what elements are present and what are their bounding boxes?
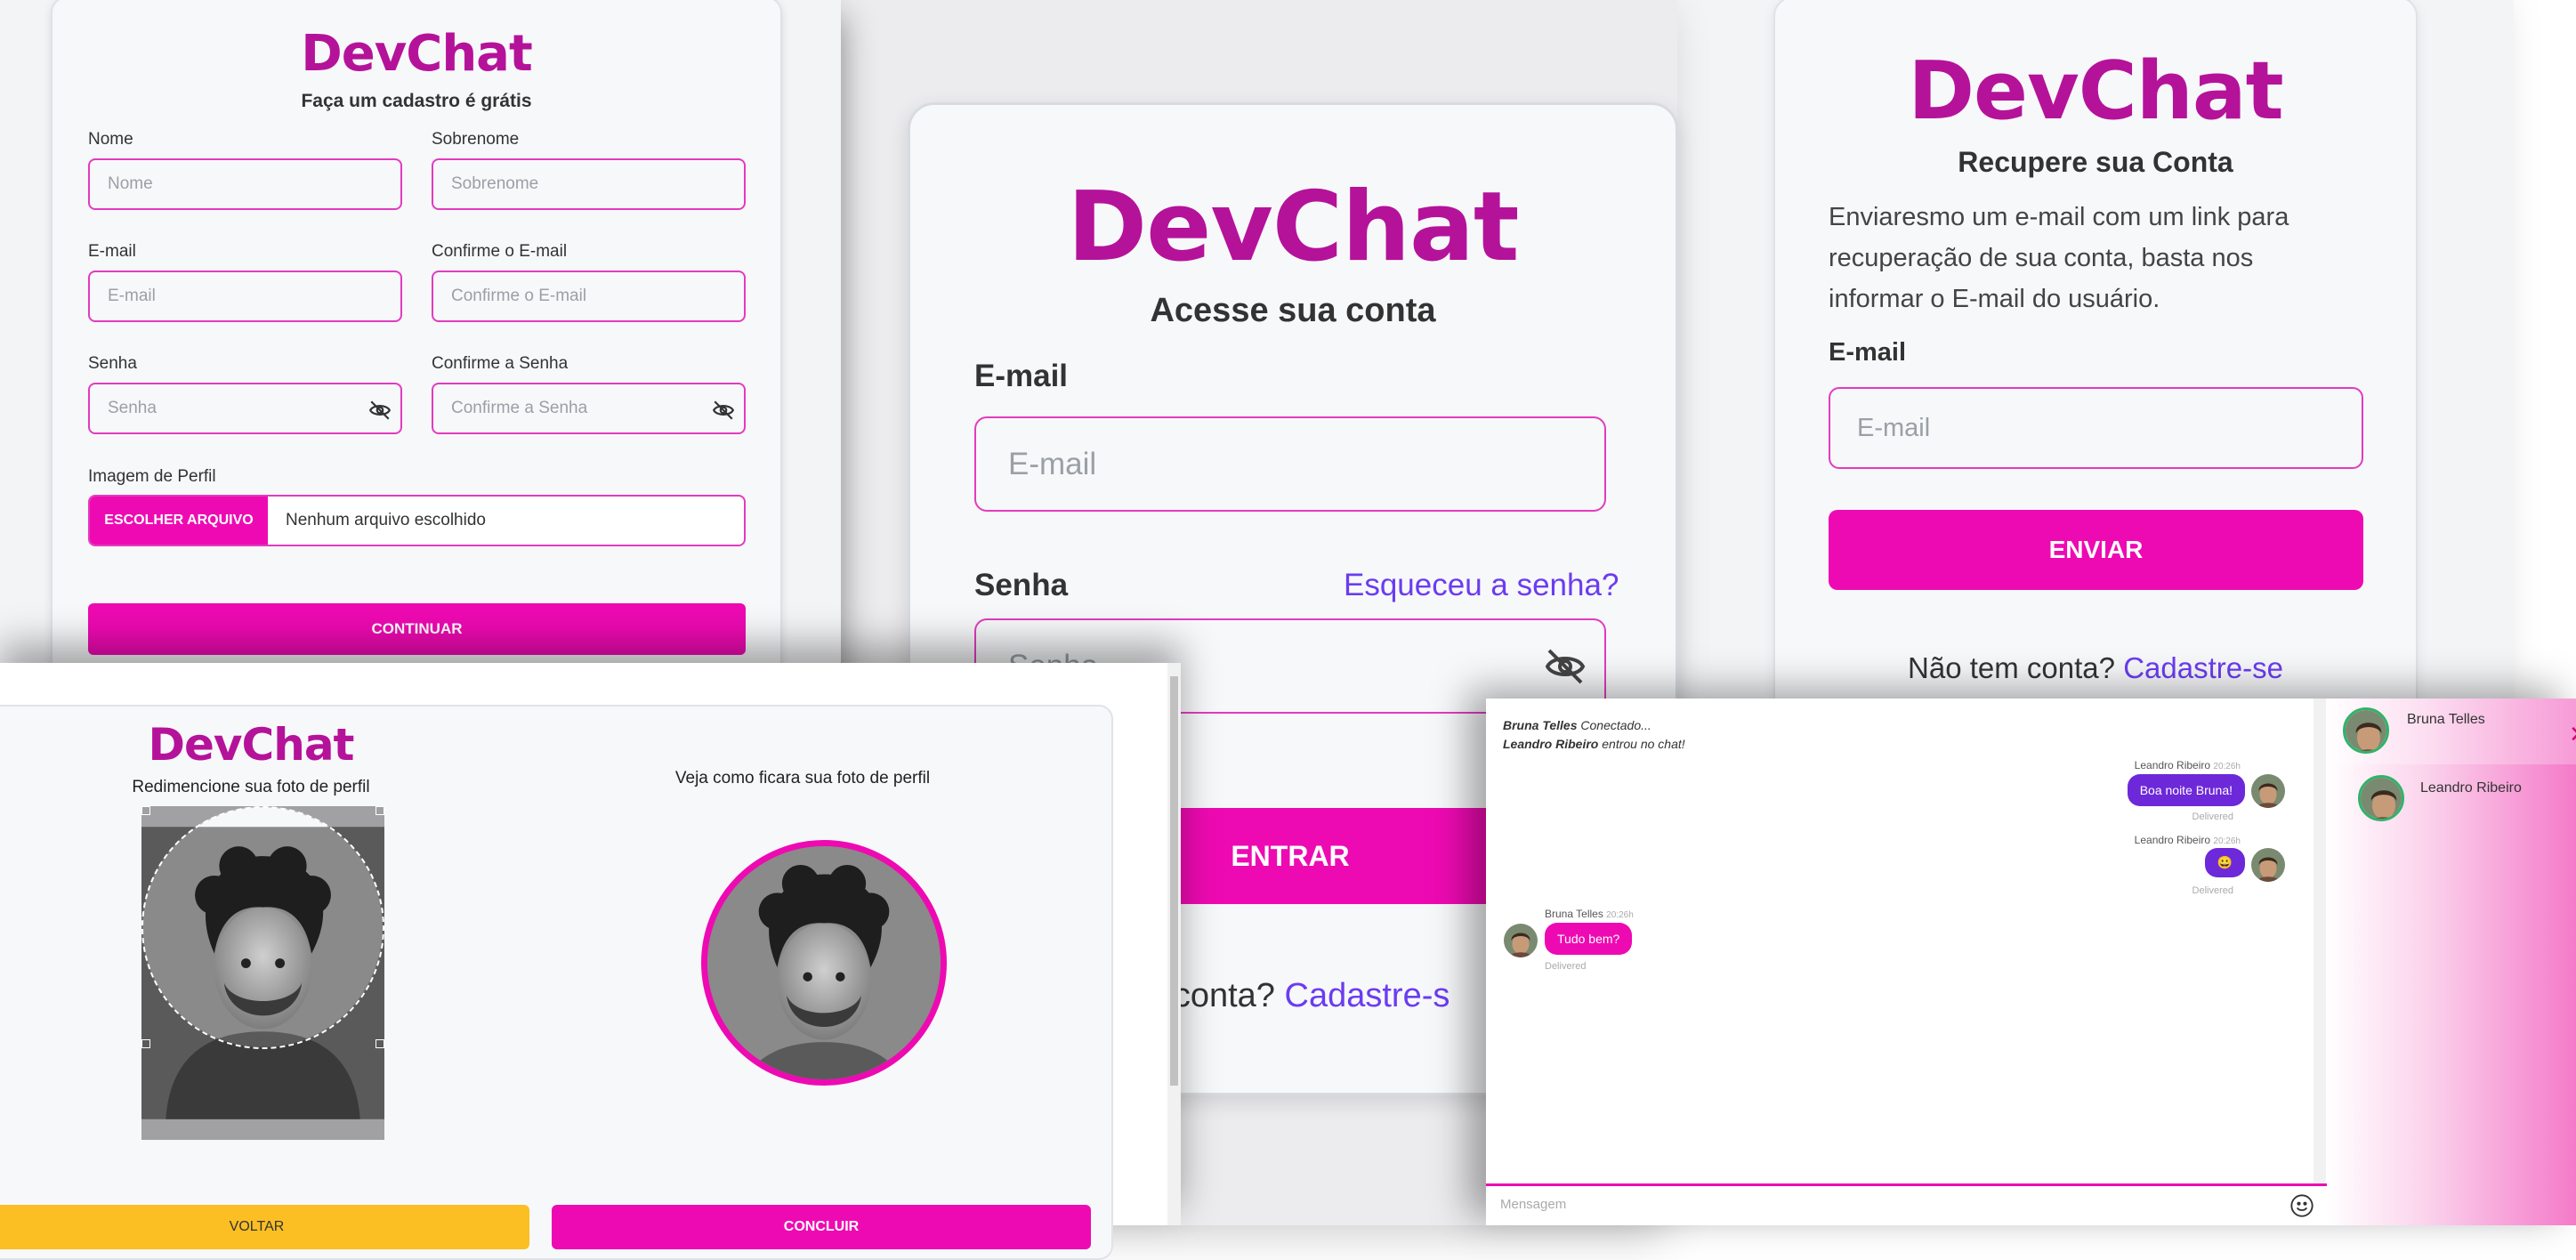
recover-email-placeholder: E-mail: [1857, 413, 1931, 442]
login-password-label: Senha: [974, 568, 1069, 602]
user-item-active[interactable]: Bruna Telles ✕: [2327, 699, 2576, 764]
recover-submit-button[interactable]: ENVIAR: [1829, 510, 2363, 590]
recover-desc-line1: Enviaresmo um e-mail com um link para: [1829, 203, 2289, 231]
confirm-email-label: Confirme o E-mail: [432, 242, 568, 261]
crop-panel: DevChat Redimencione sua foto de perfil …: [0, 663, 1181, 1260]
eye-slash-icon[interactable]: [368, 399, 392, 422]
avatar: [2251, 848, 2285, 882]
message-meta: Leandro Ribeiro 20:26h: [2134, 834, 2241, 846]
login-subtitle: Acesse sua conta: [1150, 292, 1436, 329]
register-subtitle: Faça um cadastro é grátis: [301, 91, 532, 111]
chat-panel: Bruna Telles Conectado... Leandro Ribeir…: [1486, 699, 2576, 1225]
users-sidebar: Bruna Telles ✕ Leandro Ribeiro: [2327, 699, 2576, 1225]
first-name-placeholder: Nome: [108, 174, 153, 193]
file-status: Nenhum arquivo escolhido: [286, 511, 486, 529]
user-name: Leandro Ribeiro: [2420, 780, 2522, 796]
continue-button[interactable]: CONTINUAR: [88, 603, 746, 655]
login-email-placeholder: E-mail: [1008, 446, 1097, 481]
crop-handle[interactable]: [141, 1039, 150, 1048]
message-status: Delivered: [1545, 961, 1587, 972]
avatar: [1504, 924, 1538, 957]
last-name-placeholder: Sobrenome: [451, 174, 539, 193]
brand-logo: DevChat: [301, 25, 533, 83]
chat-messages: Bruna Telles Conectado... Leandro Ribeir…: [1486, 699, 2321, 1183]
crop-area[interactable]: [141, 806, 384, 1140]
user-name: Bruna Telles: [2407, 712, 2485, 727]
avatar: [2343, 707, 2389, 754]
system-message: Bruna Telles Conectado...: [1503, 718, 1651, 732]
register-card: DevChat Faça um cadastro é grátis Nome N…: [51, 0, 782, 697]
confirm-email-placeholder: Confirme o E-mail: [451, 287, 587, 305]
email-label: E-mail: [88, 242, 136, 261]
back-button[interactable]: VOLTAR: [0, 1205, 529, 1249]
avatar: [2358, 775, 2404, 821]
last-name-label: Sobrenome: [432, 130, 520, 149]
crop-handle[interactable]: [375, 806, 384, 815]
eye-slash-icon[interactable]: [1544, 645, 1587, 688]
email-input[interactable]: E-mail: [88, 271, 402, 322]
first-name-label: Nome: [88, 130, 133, 149]
message-bubble: 😀: [2204, 848, 2245, 877]
crop-handle[interactable]: [141, 806, 150, 815]
message-meta: Bruna Telles 20:26h: [1545, 908, 1634, 920]
forgot-password-link[interactable]: Esqueceu a senha?: [1344, 568, 1619, 603]
recover-desc-line3: informar o E-mail do usuário.: [1829, 285, 2160, 313]
file-input[interactable]: ESCOLHER ARQUIVO Nenhum arquivo escolhid…: [88, 495, 746, 546]
recover-card: DevChat Recupere sua Conta Enviaresmo um…: [1773, 0, 2418, 756]
register-panel: DevChat Faça um cadastro é grátis Nome N…: [0, 0, 841, 697]
crop-card: DevChat Redimencione sua foto de perfil …: [0, 705, 1113, 1260]
system-message: Leandro Ribeiro entrou no chat!: [1503, 737, 1685, 751]
close-icon[interactable]: ✕: [2569, 723, 2576, 746]
crop-left-title: Redimencione sua foto de perfil: [132, 778, 370, 796]
finish-button[interactable]: CONCLUIR: [552, 1205, 1091, 1249]
avatar-preview: [701, 840, 947, 1086]
login-email-input[interactable]: E-mail: [974, 416, 1606, 512]
confirm-password-placeholder: Confirme a Senha: [451, 399, 588, 417]
message-placeholder: Mensagem: [1500, 1197, 1567, 1212]
recover-desc-line2: recuperação de sua conta, basta nos: [1829, 244, 2254, 272]
message-bubble: Tudo bem?: [1545, 923, 1633, 955]
avatar: [2251, 774, 2285, 808]
crop-circle[interactable]: [141, 806, 384, 1049]
recover-panel: DevChat Recupere sua Conta Enviaresmo um…: [1673, 0, 2514, 756]
scrollbar[interactable]: [2314, 699, 2326, 1183]
first-name-input[interactable]: Nome: [88, 158, 402, 210]
scrollbar-thumb[interactable]: [1170, 676, 1178, 1086]
recover-subtitle: Recupere sua Conta: [1958, 146, 2233, 178]
message-status: Delivered: [2192, 812, 2233, 822]
brand-logo: DevChat: [1908, 44, 2283, 138]
password-label: Senha: [88, 354, 137, 373]
password-input[interactable]: Senha: [88, 383, 402, 434]
message-meta: Leandro Ribeiro 20:26h: [2134, 759, 2241, 771]
email-placeholder: E-mail: [108, 287, 156, 305]
password-placeholder: Senha: [108, 399, 157, 417]
last-name-input[interactable]: Sobrenome: [432, 158, 746, 210]
eye-slash-icon[interactable]: [712, 399, 735, 422]
confirm-email-input[interactable]: Confirme o E-mail: [432, 271, 746, 322]
choose-file-button[interactable]: ESCOLHER ARQUIVO: [90, 497, 268, 545]
scrollbar[interactable]: [1167, 663, 1181, 1225]
brand-logo: DevChat: [148, 719, 355, 771]
profile-image-label: Imagem de Perfil: [88, 467, 216, 486]
crop-right-title: Veja como ficara sua foto de perfil: [674, 769, 931, 788]
login-email-label: E-mail: [974, 359, 1069, 393]
smiley-icon[interactable]: [2289, 1193, 2314, 1218]
confirm-password-input[interactable]: Confirme a Senha: [432, 383, 746, 434]
recover-email-label: E-mail: [1829, 338, 1907, 367]
login-signup-link[interactable]: Cadastre-s: [1285, 977, 1450, 1014]
brand-logo: DevChat: [1067, 172, 1520, 283]
recover-signup-link[interactable]: Cadastre-se: [2123, 651, 2283, 684]
message-input[interactable]: Mensagem: [1486, 1183, 2327, 1225]
crop-handle[interactable]: [375, 1039, 384, 1048]
user-item[interactable]: Leandro Ribeiro: [2327, 770, 2576, 832]
confirm-password-label: Confirme a Senha: [432, 354, 569, 373]
message-status: Delivered: [2192, 885, 2233, 896]
recover-email-input[interactable]: E-mail: [1829, 387, 2363, 469]
message-bubble: Boa noite Bruna!: [2127, 774, 2245, 806]
recover-signup-row: Não tem conta? Cadastre-se: [1775, 651, 2416, 685]
recover-no-account: Não tem conta?: [1908, 651, 2116, 684]
